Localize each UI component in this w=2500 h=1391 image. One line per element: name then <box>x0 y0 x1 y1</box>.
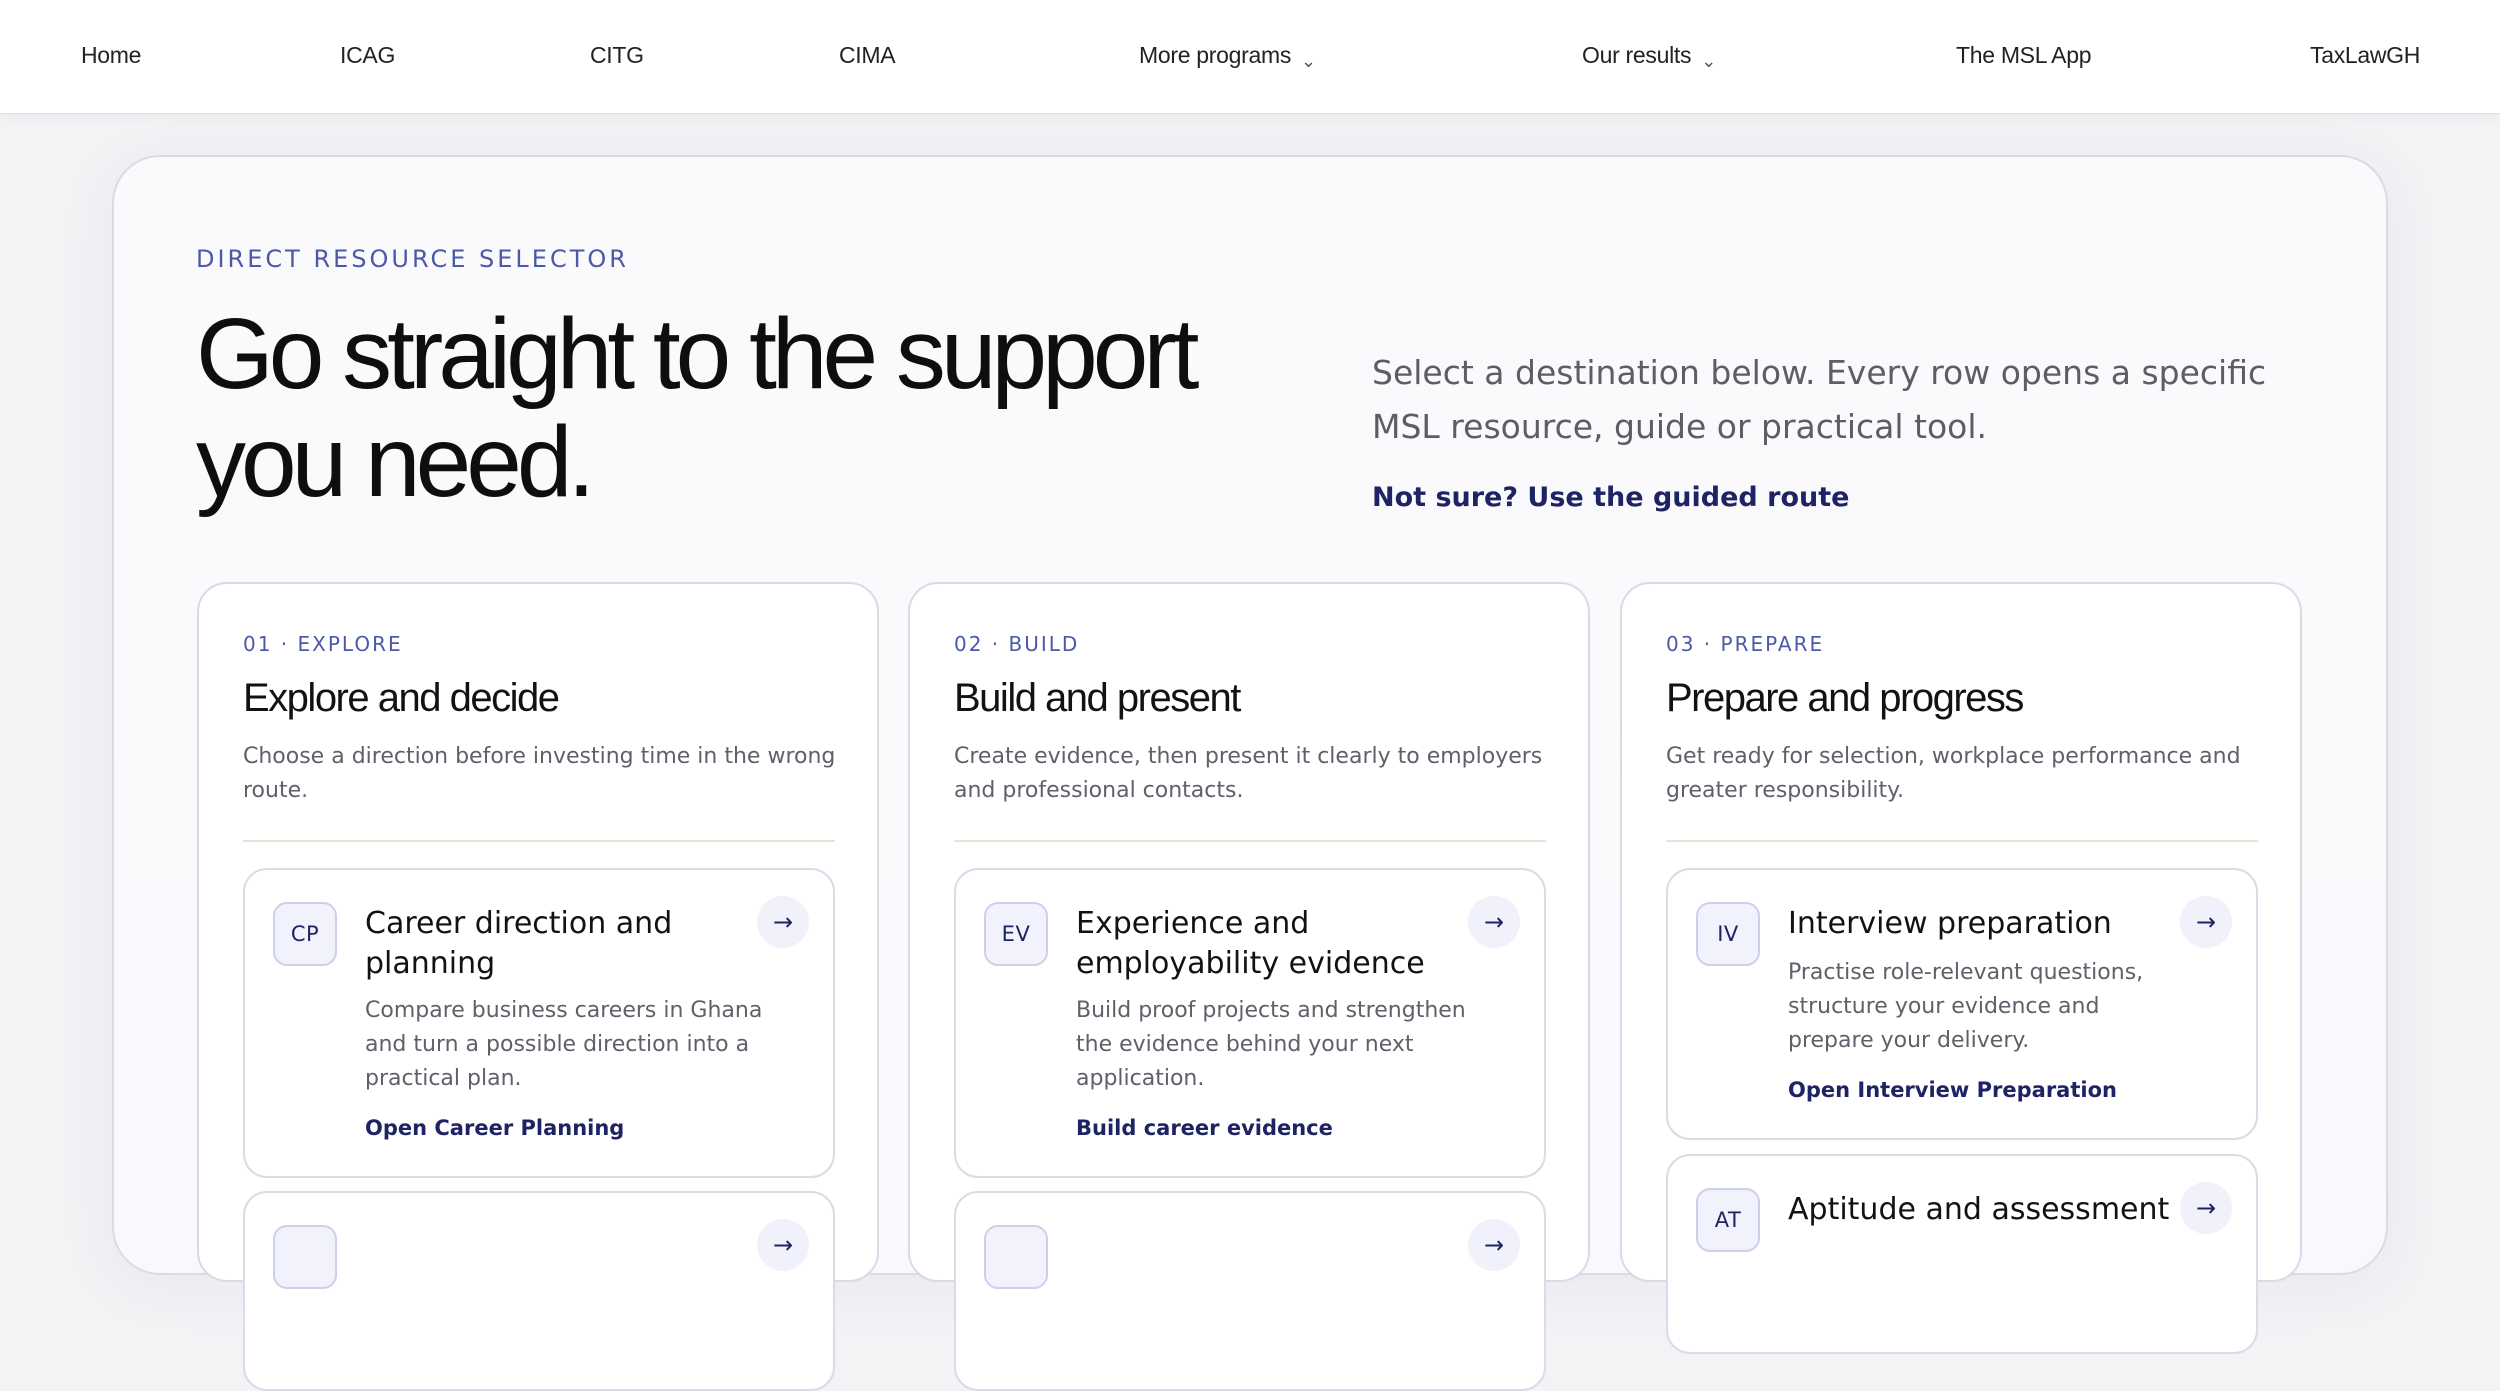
column-divider <box>243 840 835 842</box>
column-step: 03 · PREPARE <box>1666 632 1825 656</box>
column-title: Prepare and progress <box>1666 676 2024 720</box>
nav-item-label: Our results <box>1582 42 1692 68</box>
card-link[interactable]: Open Interview Preparation <box>1788 1078 2117 1102</box>
card-link[interactable]: Build career evidence <box>1076 1116 1333 1140</box>
column-description: Get ready for selection, workplace perfo… <box>1666 744 2241 803</box>
card-title: Aptitude and assessment <box>1788 1192 2170 1227</box>
card-badge: IV <box>1696 902 1760 966</box>
nav-item-cima[interactable]: CIMA <box>839 42 896 69</box>
column-build: 02 · BUILD Build and present Create evid… <box>908 582 1590 1391</box>
arrow-right-icon[interactable]: → <box>757 1219 809 1271</box>
arrow-right-icon[interactable]: → <box>2180 896 2232 948</box>
nav-item-home[interactable]: Home <box>81 42 141 69</box>
column-prepare: 03 · PREPARE Prepare and progress Get re… <box>1620 582 2302 1354</box>
arrow-right-icon[interactable]: → <box>1468 896 1520 948</box>
hero-description: Select a destination below. Every row op… <box>1372 353 2267 446</box>
card-title: Experience and employability evidence <box>1076 906 1425 981</box>
card-title: Interview preparation <box>1788 906 2112 941</box>
arrow-right-icon[interactable]: → <box>757 896 809 948</box>
column-divider <box>954 840 1546 842</box>
nav-item-msl-app[interactable]: The MSL App <box>1956 42 2092 69</box>
nav-item-more-programs[interactable]: More programs ⌄ <box>1139 42 1316 71</box>
card-badge: EV <box>984 902 1048 966</box>
resource-card-interview-preparation[interactable]: IV Interview preparation Practise role-r… <box>1666 868 2258 1140</box>
column-explore: 01 · EXPLORE Explore and decide Choose a… <box>197 582 879 1391</box>
column-description: Create evidence, then present it clearly… <box>954 744 1543 803</box>
column-title: Build and present <box>954 676 1241 720</box>
column-step: 02 · BUILD <box>954 632 1080 656</box>
nav-item-taxlawgh[interactable]: TaxLawGH <box>2310 42 2420 69</box>
column-divider <box>1666 840 2258 842</box>
arrow-right-icon[interactable]: → <box>2180 1182 2232 1234</box>
nav-item-our-results[interactable]: Our results ⌄ <box>1582 42 1716 71</box>
card-description: Practise role-relevant questions, struct… <box>1788 960 2144 1053</box>
resource-card[interactable]: → <box>243 1191 835 1391</box>
card-title: Career direction and planning <box>365 906 673 981</box>
resource-card-aptitude-assessment[interactable]: AT Aptitude and assessment → <box>1666 1154 2258 1354</box>
guided-route-link[interactable]: Not sure? Use the guided route <box>1372 482 1849 513</box>
section-eyebrow: DIRECT RESOURCE SELECTOR <box>196 245 629 273</box>
column-step: 01 · EXPLORE <box>243 632 403 656</box>
resource-card-career-evidence[interactable]: EV Experience and employability evidence… <box>954 868 1546 1178</box>
resource-card[interactable]: → <box>954 1191 1546 1391</box>
arrow-right-icon[interactable]: → <box>1468 1219 1520 1271</box>
card-badge: AT <box>1696 1188 1760 1252</box>
chevron-down-icon: ⌄ <box>1701 51 1716 71</box>
card-link[interactable]: Open Career Planning <box>365 1116 624 1140</box>
chevron-down-icon: ⌄ <box>1301 51 1316 71</box>
top-navigation: Home ICAG CITG CIMA More programs ⌄ Our r… <box>0 0 2500 114</box>
card-badge <box>984 1225 1048 1289</box>
nav-item-label: More programs <box>1139 42 1292 68</box>
card-badge: CP <box>273 902 337 966</box>
card-badge <box>273 1225 337 1289</box>
nav-item-citg[interactable]: CITG <box>590 42 644 69</box>
column-description: Choose a direction before investing time… <box>243 744 836 803</box>
column-title: Explore and decide <box>243 676 560 720</box>
card-description: Compare business careers in Ghana and tu… <box>365 998 763 1091</box>
page-title: Go straight to the support you need. <box>196 298 1199 518</box>
nav-item-icag[interactable]: ICAG <box>340 42 395 69</box>
card-description: Build proof projects and strengthen the … <box>1076 998 1466 1091</box>
resource-card-career-planning[interactable]: CP Career direction and planning Compare… <box>243 868 835 1178</box>
